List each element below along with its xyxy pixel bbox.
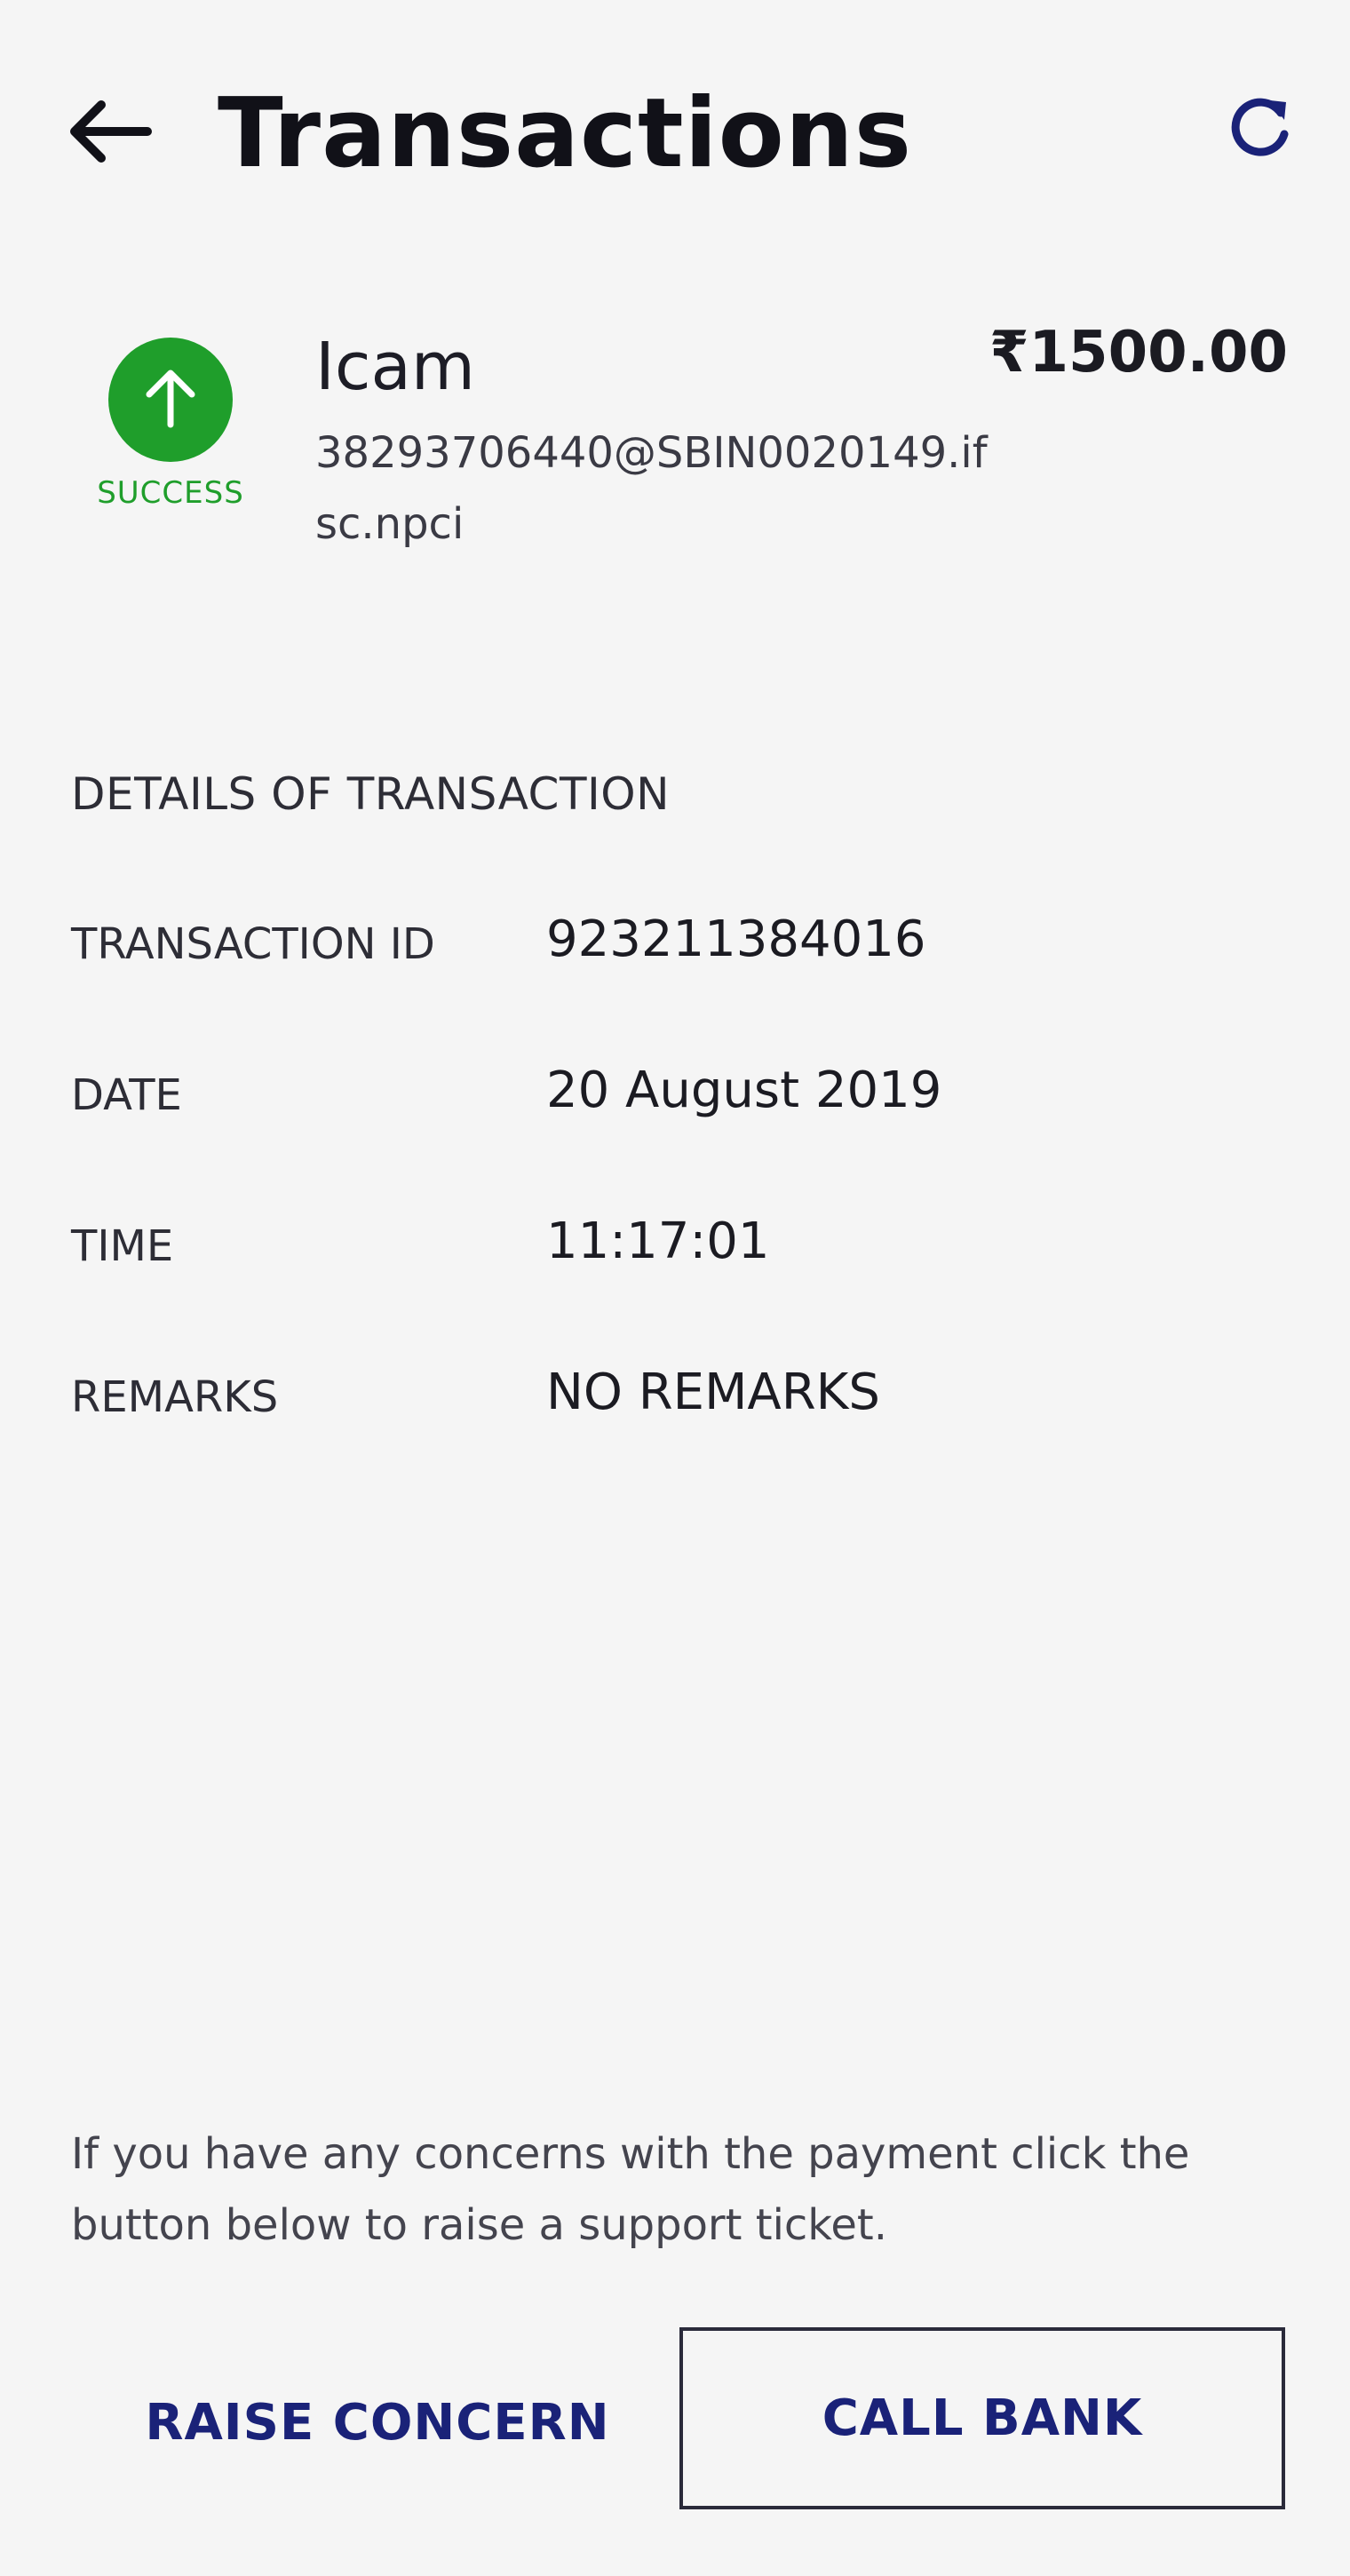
transaction-detail-screen: Transactions SUCCESS Icam 38293706440@SB… [0, 0, 1350, 2576]
arrow-up-icon [135, 362, 206, 437]
remarks-value: NO REMARKS [546, 1364, 880, 1421]
date-value: 20 August 2019 [546, 1061, 942, 1119]
payee-name: Icam [315, 329, 475, 405]
time-label: TIME [71, 1221, 174, 1271]
transaction-id-value: 923211384016 [546, 910, 926, 968]
app-header: Transactions [0, 0, 1350, 266]
page-title: Transactions [218, 78, 913, 189]
transaction-amount: ₹1500.00 [989, 320, 1288, 386]
call-bank-button[interactable]: CALL BANK [679, 2327, 1285, 2509]
payee-vpa: 38293706440@SBIN0020149.ifsc.npci [315, 428, 988, 549]
remarks-label: REMARKS [71, 1372, 279, 1422]
concern-help-text: If you have any concerns with the paymen… [71, 2129, 1190, 2250]
raise-concern-button[interactable]: RAISE CONCERN [133, 2332, 622, 2514]
details-heading: DETAILS OF TRANSACTION [71, 768, 671, 820]
status-label: SUCCESS [97, 475, 244, 511]
transaction-id-label: TRANSACTION ID [71, 919, 435, 969]
date-label: DATE [71, 1070, 182, 1120]
arrow-left-icon [66, 96, 155, 171]
refresh-button[interactable] [1217, 89, 1306, 169]
status-success-badge [108, 338, 233, 462]
refresh-icon [1227, 93, 1295, 164]
time-value: 11:17:01 [546, 1212, 770, 1270]
back-button[interactable] [57, 89, 163, 178]
